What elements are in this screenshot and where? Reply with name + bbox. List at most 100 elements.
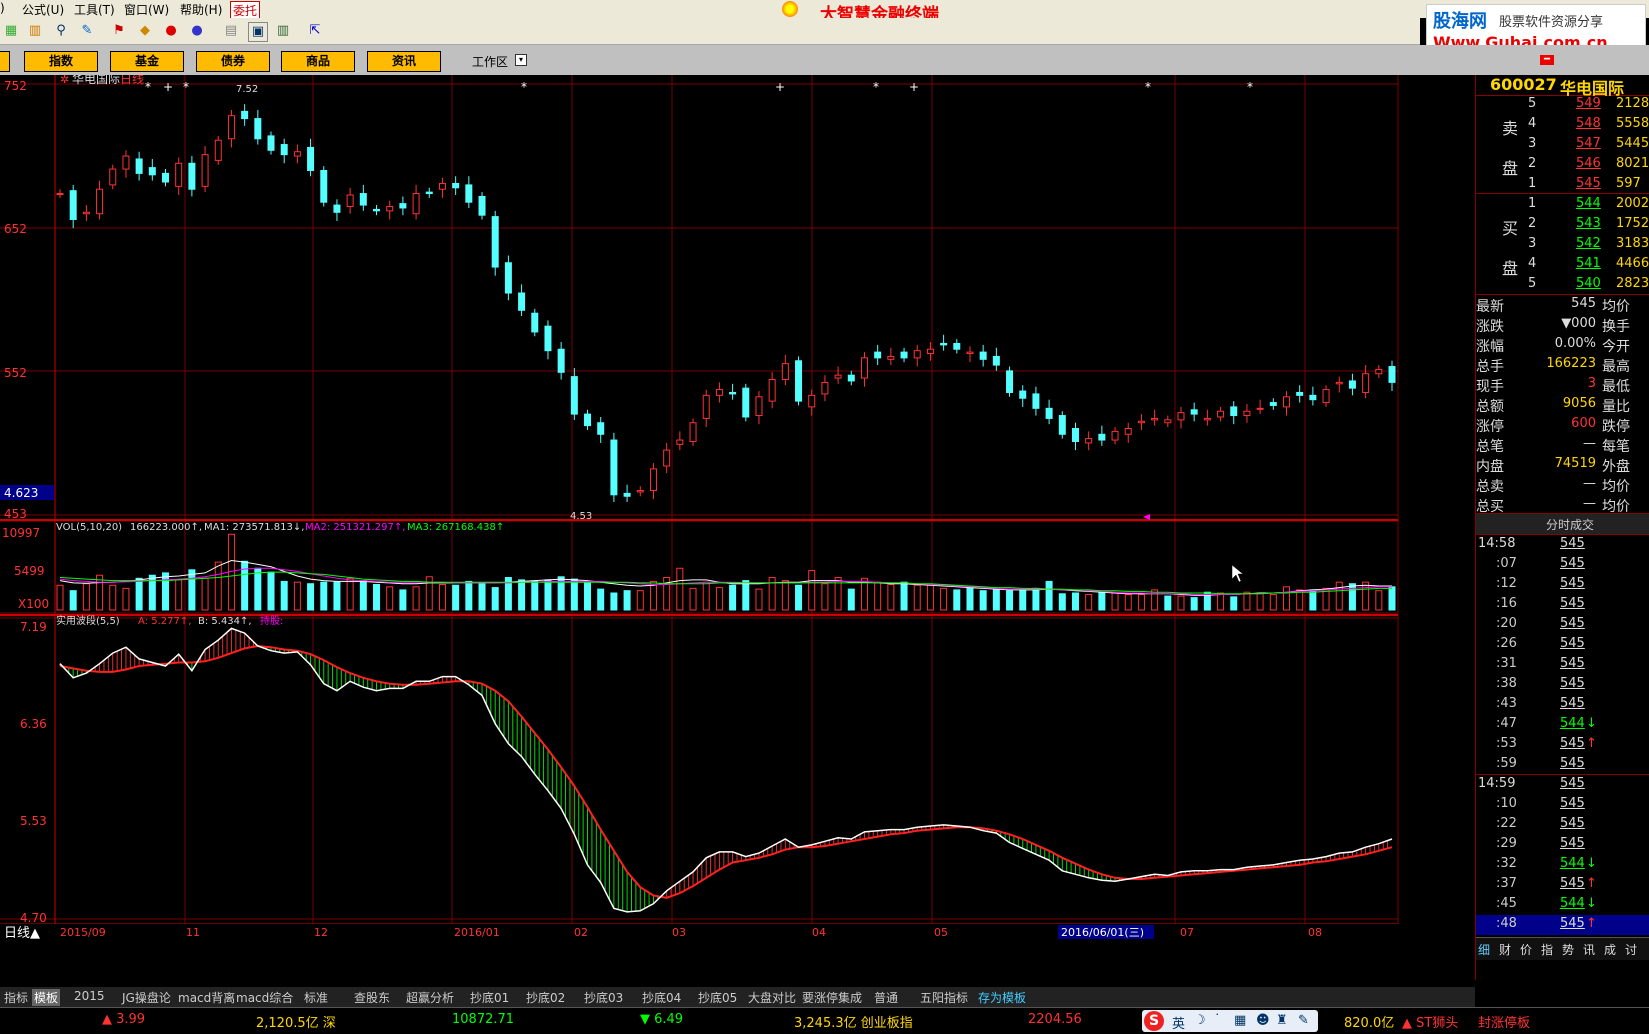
buy-price[interactable]: 540	[1576, 276, 1601, 291]
side-tab[interactable]: 成	[1604, 941, 1616, 958]
menu-tools[interactable]: 工具(T)	[74, 1, 115, 18]
indicator-tab[interactable]: 指标	[4, 989, 28, 1006]
chart-settings-icon[interactable]: ✲	[60, 75, 69, 86]
sell-price[interactable]: 546	[1576, 156, 1601, 171]
help-cursor-icon[interactable]: ⇱	[306, 22, 324, 40]
grid-icon[interactable]: ▦	[2, 22, 20, 40]
stock-chart[interactable]: 752 652 552 453 4.623 ✲ 华电国际 日线 7.52 4.5…	[0, 75, 1475, 980]
tick-row[interactable]: :07 545	[1476, 555, 1649, 575]
circle-red-icon[interactable]: ●	[162, 22, 180, 40]
tick-row[interactable]: :29 545	[1476, 835, 1649, 855]
shirt-icon[interactable]: ♜	[1276, 1013, 1288, 1028]
indicator-tab[interactable]: 抄底01	[470, 989, 509, 1006]
buy-price[interactable]: 543	[1576, 216, 1601, 231]
indicator-tab[interactable]: JG操盘论	[122, 989, 171, 1006]
sell-price[interactable]: 547	[1576, 136, 1601, 151]
buy-volume: 2823	[1616, 276, 1649, 291]
window-icon[interactable]: ▣	[248, 22, 268, 42]
indicator-tab[interactable]: 抄底02	[526, 989, 565, 1006]
indicator-tab[interactable]: 抄底05	[698, 989, 737, 1006]
indicator-tab[interactable]: 超赢分析	[406, 989, 454, 1006]
ime-lang-label[interactable]: 英	[1172, 1013, 1185, 1032]
minimize-icon[interactable]: ━	[1540, 55, 1554, 65]
side-tab[interactable]: 讯	[1583, 941, 1595, 958]
tick-row[interactable]: :12 545	[1476, 575, 1649, 595]
keyboard-icon[interactable]: ▦	[1234, 1013, 1246, 1028]
print-icon[interactable]: ▤	[222, 22, 240, 40]
indicator-tab[interactable]: 大盘对比	[748, 989, 796, 1006]
tick-row[interactable]: :59 545	[1476, 755, 1649, 775]
tab-bond[interactable]: 债券	[196, 51, 270, 72]
candle-body	[1190, 409, 1198, 415]
tick-row[interactable]: :22 545	[1476, 815, 1649, 835]
side-tab[interactable]: 讨	[1625, 941, 1637, 958]
workspace-label[interactable]: 工作区	[472, 53, 508, 70]
indicator-tab[interactable]: 普通	[874, 989, 898, 1006]
indicator-tab[interactable]: 抄底04	[642, 989, 681, 1006]
sell-price[interactable]: 549	[1576, 96, 1601, 111]
tick-row[interactable]: :53 545 ↑	[1476, 735, 1649, 755]
user-icon[interactable]: ☻	[1256, 1013, 1270, 1028]
buy-price[interactable]: 542	[1576, 236, 1601, 251]
tick-row[interactable]: :38 545	[1476, 675, 1649, 695]
side-tab[interactable]: 细	[1478, 941, 1490, 958]
indicator-tab[interactable]: 模板	[32, 989, 61, 1006]
tick-row[interactable]: :37 545 ↑	[1476, 875, 1649, 895]
tick-row[interactable]: :10 545	[1476, 795, 1649, 815]
sogou-icon[interactable]: S	[1144, 1011, 1164, 1031]
volume-bar	[69, 590, 77, 611]
tab-edge[interactable]	[0, 51, 10, 72]
binocular-icon[interactable]: ⚲	[52, 22, 70, 40]
tick-row[interactable]: :47 544 ↓	[1476, 715, 1649, 735]
menu-window[interactable]: 窗口(W)	[124, 1, 169, 18]
tab-fund[interactable]: 基金	[110, 51, 184, 72]
side-tab[interactable]: 财	[1499, 941, 1511, 958]
side-tab[interactable]: 价	[1520, 941, 1532, 958]
period-toggle-button[interactable]: 日线▲	[4, 926, 40, 941]
crosshair-value: 4.623	[4, 486, 38, 500]
menu-formula[interactable]: 公式(U)	[22, 1, 64, 18]
diamond-icon[interactable]: ◆	[136, 22, 154, 40]
indicator-tab[interactable]: 查股东	[354, 989, 390, 1006]
indicator-tab[interactable]: macd背离	[178, 989, 235, 1006]
tick-row[interactable]: :26 545	[1476, 635, 1649, 655]
punct-icon[interactable]: ˙	[1214, 1013, 1221, 1028]
side-tab[interactable]: 势	[1562, 941, 1574, 958]
circle-blue-icon[interactable]: ●	[188, 22, 206, 40]
moon-icon[interactable]: ☽	[1194, 1013, 1206, 1028]
indicator-tab[interactable]: macd综合	[236, 989, 293, 1006]
side-tab[interactable]: 指	[1541, 941, 1553, 958]
tick-row[interactable]: :43 545	[1476, 695, 1649, 715]
ime-toolbar[interactable]: S 英 ☽ ˙ ▦ ☻ ♜ ✎	[1142, 1010, 1318, 1032]
tick-row[interactable]: :32 544 ↓	[1476, 855, 1649, 875]
tick-row[interactable]: 14:58 545	[1476, 535, 1649, 555]
tab-index[interactable]: 指数	[24, 51, 98, 72]
tick-row[interactable]: :20 545	[1476, 615, 1649, 635]
buy-price[interactable]: 544	[1576, 196, 1601, 211]
sell-price[interactable]: 545	[1576, 176, 1601, 191]
sell-price[interactable]: 548	[1576, 116, 1601, 131]
tick-row[interactable]: :31 545	[1476, 655, 1649, 675]
tick-row[interactable]: :45 544 ↓	[1476, 895, 1649, 915]
indicator-tab[interactable]: 五阳指标	[920, 989, 968, 1006]
indicator-tab[interactable]: 抄底03	[584, 989, 623, 1006]
bars-icon[interactable]: ▥	[26, 22, 44, 40]
indicator-tab[interactable]: 要涨停集成	[802, 989, 862, 1006]
buy-price[interactable]: 541	[1576, 256, 1601, 271]
tick-row[interactable]: :48 545 ↑	[1476, 915, 1649, 935]
books-icon[interactable]: ▥	[274, 22, 292, 40]
status-alert-stock[interactable]: ▲ ST狮头	[1402, 1012, 1458, 1031]
chart-icon[interactable]: ✎	[78, 22, 96, 40]
tab-commodity[interactable]: 商品	[281, 51, 355, 72]
alert-icon[interactable]: ⚑	[110, 22, 128, 40]
stat-label: 涨幅	[1476, 339, 1504, 355]
menu-help[interactable]: 帮助(H)	[180, 1, 222, 18]
indicator-tab[interactable]: 存为模板	[978, 989, 1026, 1006]
wrench-icon[interactable]: ✎	[1298, 1013, 1309, 1028]
tick-row[interactable]: :16 545	[1476, 595, 1649, 615]
workspace-dropdown-icon[interactable]: ▾	[515, 54, 527, 66]
tab-news[interactable]: 资讯	[367, 51, 441, 72]
indicator-tab[interactable]: 标准	[304, 989, 328, 1006]
tick-row[interactable]: 14:59 545	[1476, 775, 1649, 795]
indicator-tab[interactable]: 2015	[74, 989, 105, 1003]
